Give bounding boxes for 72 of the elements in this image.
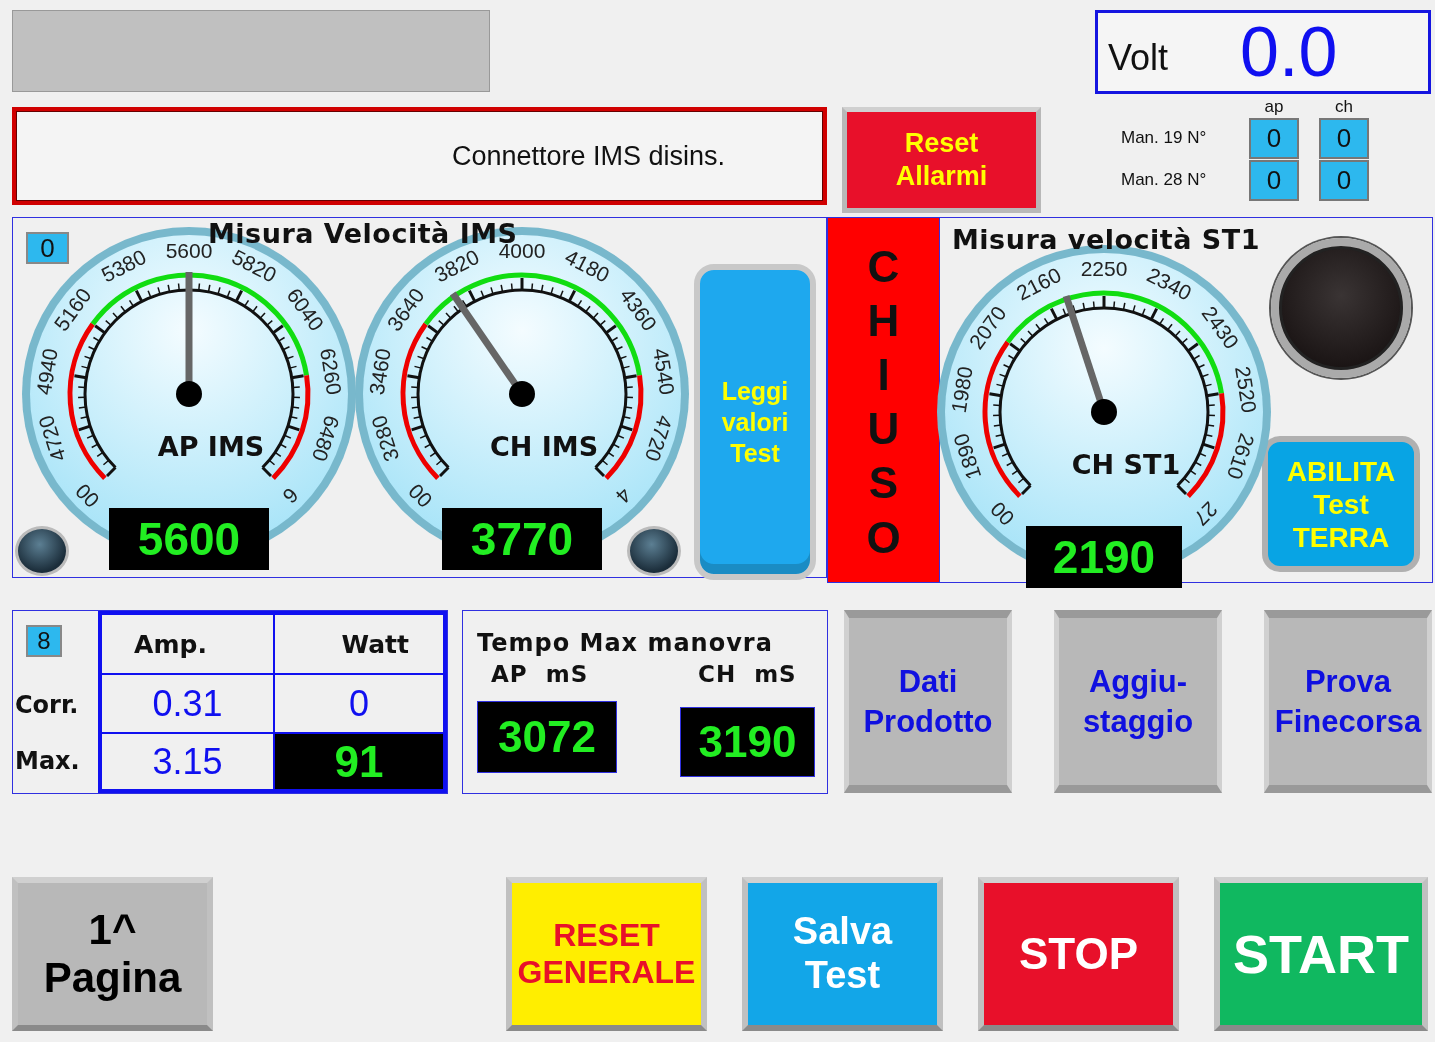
counter-label: Man. 28 N°: [1121, 170, 1208, 190]
counter-value: 0: [1319, 159, 1369, 201]
scale-label: 1980: [946, 364, 977, 415]
column-header: ch: [1334, 97, 1354, 117]
scale-label: 2340: [1143, 262, 1196, 305]
volt-value: 0.0: [1240, 12, 1338, 92]
panel-title: Misura velocità ST1: [952, 224, 1260, 250]
column-header: Watt: [274, 614, 444, 674]
menu-button[interactable]: Dati Prodotto: [844, 610, 1012, 793]
gauge-label: CH ST1: [1071, 449, 1181, 480]
row-label: Max.: [14, 746, 81, 777]
table-cell: 3.15: [101, 733, 274, 790]
scale-label: 3820: [430, 244, 483, 287]
table-cell: 0: [274, 674, 444, 733]
table-cell: 91: [274, 733, 444, 790]
speed-readout: 5600: [109, 508, 269, 570]
gauge-label: AP IMS: [157, 431, 265, 462]
enable-test-button[interactable]: ABILITA Test TERRA: [1262, 436, 1420, 572]
alarm-message: Connettore IMS disins.: [452, 140, 726, 172]
scale-label: 3280: [366, 412, 404, 465]
save-button[interactable]: Salva Test: [742, 877, 943, 1031]
scale-label: 6480: [307, 412, 345, 465]
counter-badge: 8: [26, 625, 62, 657]
scale-label: 2520: [1231, 364, 1262, 415]
panel-title: Tempo Max manovra: [477, 629, 774, 659]
scale-label: 4720: [33, 412, 71, 465]
counter-label: Man. 19 N°: [1121, 128, 1208, 148]
scale-label: 4940: [31, 346, 62, 397]
volt-label: Volt: [1108, 37, 1169, 79]
time-readout: 3072: [477, 701, 617, 773]
scale-label: 5380: [97, 244, 150, 287]
scale-label: 00: [985, 497, 1019, 531]
menu-button[interactable]: Aggiu- staggio: [1054, 610, 1222, 793]
menu-button[interactable]: Prova Finecorsa: [1264, 610, 1432, 793]
scale-label: 1890: [948, 430, 986, 483]
scale-label: 4540: [649, 346, 680, 397]
column-header: Amp.: [101, 614, 274, 674]
table-cell: 0.31: [101, 674, 274, 733]
indicator-lamp-icon: [15, 526, 69, 576]
speed-readout: 3770: [442, 508, 602, 570]
scale-label: 00: [70, 479, 104, 513]
page-button[interactable]: 1^ Pagina: [12, 877, 213, 1031]
stop-button[interactable]: STOP: [978, 877, 1179, 1031]
scale-label: 5820: [228, 244, 281, 287]
read-values-button[interactable]: Leggi valori Test: [694, 264, 816, 580]
counter-value: 0: [1319, 117, 1369, 159]
scale-label: 3460: [364, 346, 395, 397]
row-label: Corr.: [14, 690, 80, 721]
scale-label: 4180: [561, 244, 614, 287]
start-button[interactable]: START: [1214, 877, 1428, 1031]
scale-label: 27: [1189, 497, 1223, 531]
status-text: CHIUSO: [865, 241, 902, 564]
scale-label: 2160: [1012, 262, 1065, 305]
scale-label: 4720: [640, 412, 678, 465]
scale-label: 4: [611, 483, 637, 509]
counter-value: 0: [1249, 117, 1299, 159]
gauge-label: CH IMS: [489, 431, 599, 462]
speed-readout: 2190: [1026, 526, 1182, 588]
column-header: ap: [1263, 97, 1285, 117]
indicator-lamp-icon: [627, 526, 681, 576]
time-label: CH mS: [697, 661, 798, 689]
reset-button[interactable]: RESET GENERALE: [506, 877, 707, 1031]
scale-label: 00: [403, 479, 437, 513]
time-readout: 3190: [680, 707, 815, 777]
scale-label: 6260: [316, 346, 347, 397]
time-label: AP mS: [490, 661, 590, 689]
scale-label: 6: [278, 483, 304, 509]
counter-badge: 0: [26, 232, 69, 264]
scale-label: 2610: [1222, 430, 1260, 483]
scale-label: 2250: [1080, 256, 1128, 280]
reset-alarms-button[interactable]: Reset Allarmi: [842, 107, 1041, 213]
counter-value: 0: [1249, 159, 1299, 201]
